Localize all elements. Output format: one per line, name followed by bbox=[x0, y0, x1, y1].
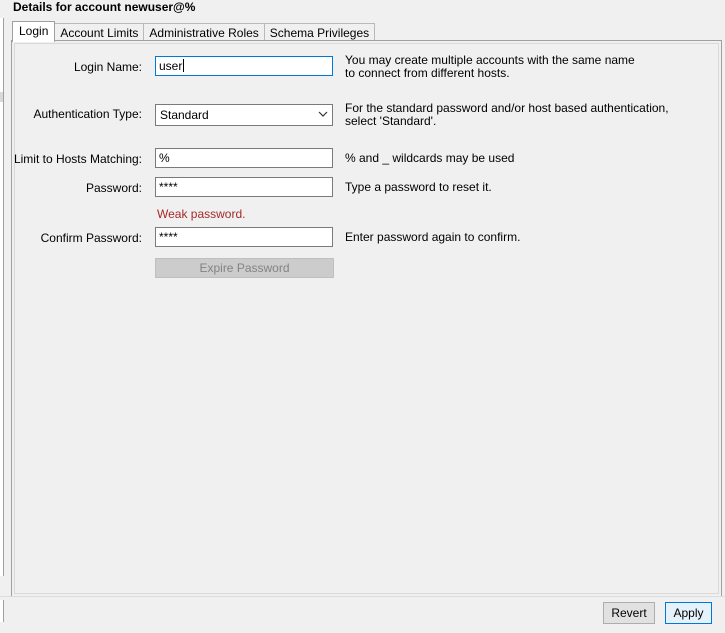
tab-login[interactable]: Login bbox=[12, 21, 56, 42]
apply-button[interactable]: Apply bbox=[665, 602, 712, 624]
expire-password-button: Expire Password bbox=[155, 258, 334, 278]
account-details-title: Details for account newuser@% bbox=[13, 0, 196, 14]
left-pane-edge-bottom bbox=[0, 600, 4, 622]
left-pane-marker bbox=[0, 92, 3, 102]
hosts-value: % bbox=[159, 151, 170, 165]
login-name-help-line2: to connect from different hosts. bbox=[345, 66, 510, 80]
login-name-label: Login Name: bbox=[73, 60, 142, 74]
revert-button[interactable]: Revert bbox=[603, 602, 655, 624]
hosts-help: % and _ wildcards may be used bbox=[345, 151, 515, 165]
auth-type-help-line2: select 'Standard'. bbox=[345, 114, 437, 128]
password-value: **** bbox=[159, 180, 178, 194]
hosts-label: Limit to Hosts Matching: bbox=[13, 152, 142, 166]
auth-type-value: Standard bbox=[160, 108, 209, 122]
footer-separator bbox=[0, 596, 725, 597]
hosts-input[interactable]: % bbox=[155, 148, 333, 168]
confirm-password-value: **** bbox=[159, 230, 178, 244]
auth-type-help: For the standard password and/or host ba… bbox=[345, 102, 669, 128]
password-strength-warning: Weak password. bbox=[157, 207, 246, 221]
confirm-password-label: Confirm Password: bbox=[40, 231, 142, 245]
chevron-down-icon bbox=[318, 111, 328, 117]
login-name-help: You may create multiple accounts with th… bbox=[345, 54, 635, 80]
password-help: Type a password to reset it. bbox=[345, 180, 492, 194]
tab-bar: Login Account Limits Administrative Role… bbox=[12, 21, 376, 42]
confirm-password-input[interactable]: **** bbox=[155, 227, 333, 247]
password-input[interactable]: **** bbox=[155, 177, 333, 197]
login-name-value: user bbox=[159, 59, 183, 73]
auth-type-label: Authentication Type: bbox=[33, 107, 142, 121]
password-label: Password: bbox=[85, 181, 142, 195]
confirm-password-help: Enter password again to confirm. bbox=[345, 230, 521, 244]
auth-type-select[interactable]: Standard bbox=[155, 104, 333, 126]
login-name-input[interactable]: user bbox=[155, 56, 333, 76]
text-caret bbox=[183, 59, 185, 72]
